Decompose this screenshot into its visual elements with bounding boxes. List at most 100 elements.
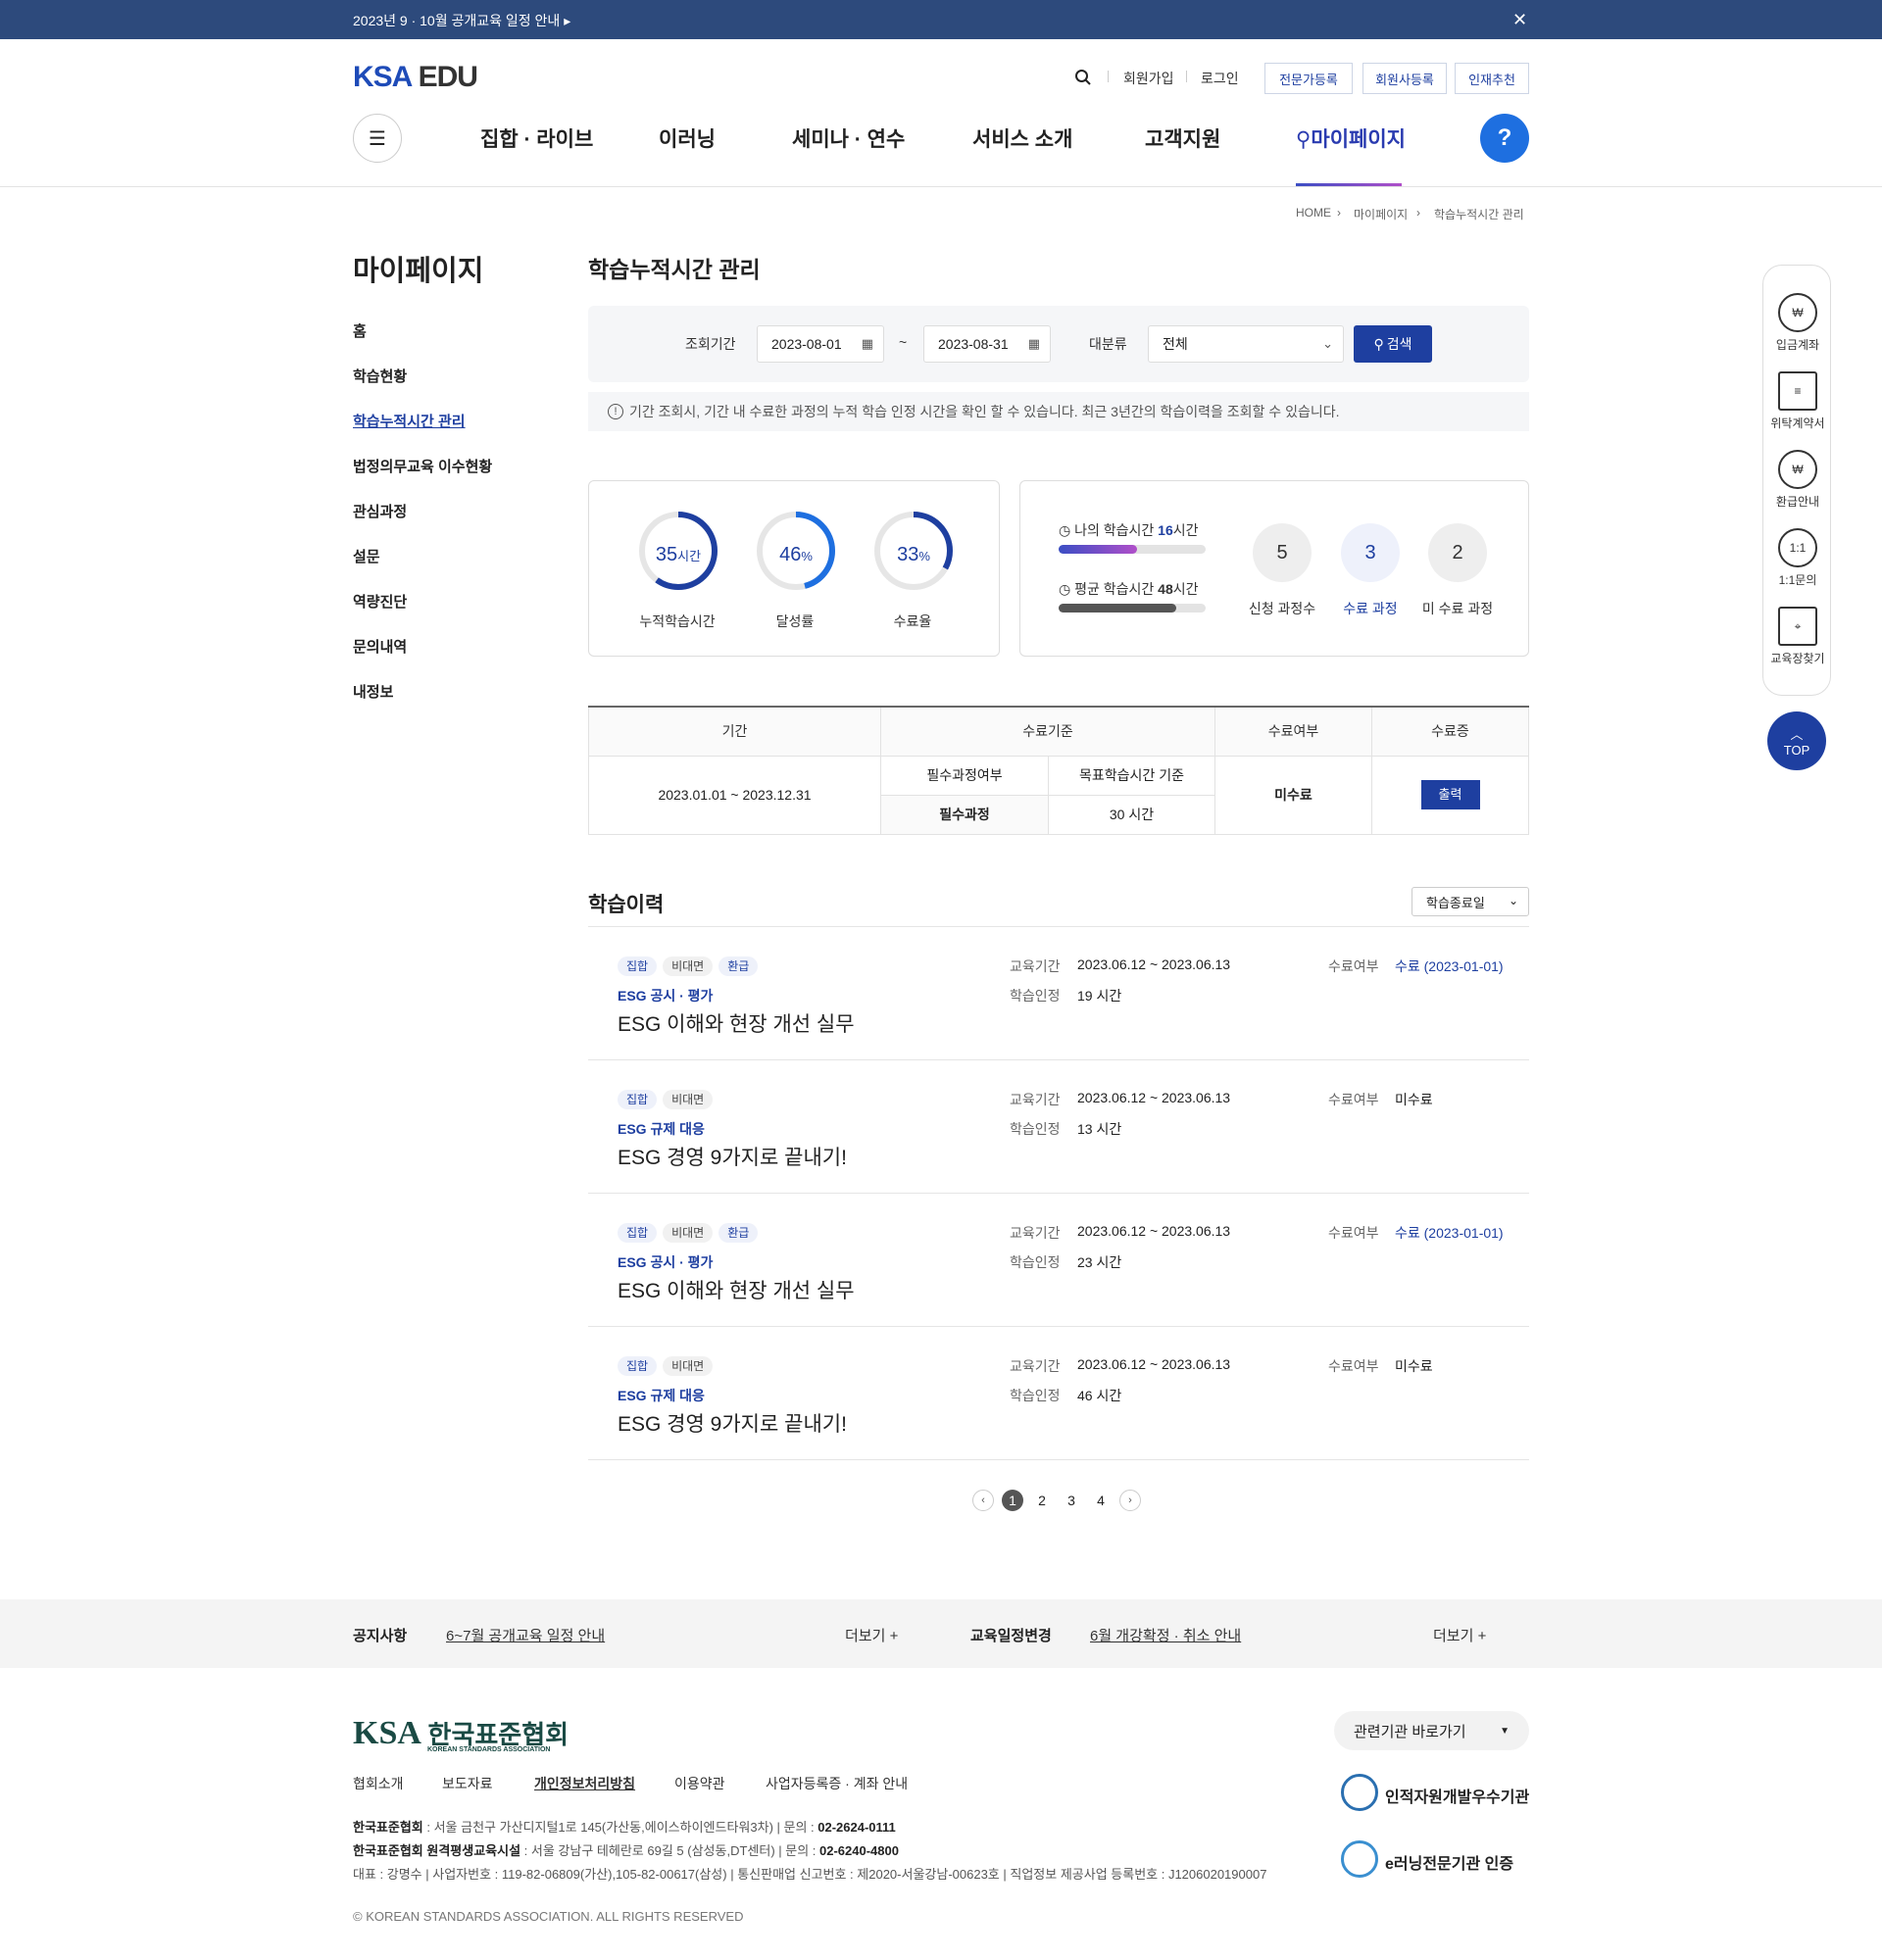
talent-recommend-button[interactable]: 인재추천 [1455,63,1529,94]
applied-count-label: 신청 과정수 [1248,601,1316,616]
notice-link[interactable]: 6~7월 공개교육 일정 안내 [446,1625,605,1645]
related-sites-select[interactable]: 관련기관 바로가기 ▼ [1334,1711,1529,1750]
quick-refund[interactable]: ₩ 환급안내 [1763,450,1832,510]
search-button[interactable]: ⚲ 검색 [1354,325,1432,363]
course-title[interactable]: ESG 이해와 현장 개선 실무 [618,1008,855,1038]
next-page-button[interactable]: › [1119,1490,1141,1511]
footer-link-privacy[interactable]: 개인정보처리방침 [534,1774,635,1793]
my-hours-bar [1059,545,1206,554]
hours-value: 46 시간 [1077,1388,1122,1403]
lnb-item-myinfo[interactable]: 내정보 [353,681,393,702]
join-link[interactable]: 회원가입 [1123,69,1174,88]
cell-period: 2023.01.01 ~ 2023.12.31 [588,755,881,835]
course-tags: 집합 비대면 [618,1090,718,1109]
schedule-change-link[interactable]: 6월 개강확정 · 취소 안내 [1090,1625,1241,1645]
gnb-item-seminar[interactable]: 세미나 · 연수 [792,123,905,153]
clock-icon: ◷ [1059,522,1071,538]
status-key: 수료여부 [1328,958,1379,974]
criteria-table: 기간 수료기준 수료여부 수료증 2023.01.01 ~ 2023.12.31… [588,706,1529,835]
hamburger-menu-icon[interactable]: ☰ [353,114,402,163]
history-item[interactable]: 집합 비대면 환급 ESG 공시 · 평가 ESG 이해와 현장 개선 실무 교육기간 20… [588,1193,1529,1326]
period-key: 교육기간 [1010,1358,1061,1374]
lnb-item-inquiry[interactable]: 문의내역 [353,636,407,657]
help-button[interactable]: ? [1480,114,1529,163]
page-4[interactable]: 4 [1090,1490,1112,1511]
period-key: 교육기간 [1010,1225,1061,1241]
lnb-item-home[interactable]: 홈 [353,320,367,341]
course-tag: 비대면 [663,1090,714,1109]
top-notice-bar: 2023년 9 · 10월 공개교육 일정 안내 ▸ ✕ [0,0,1882,39]
date-tilde: ~ [899,334,908,350]
quick-contract[interactable]: ≡ 위탁계약서 [1763,371,1832,431]
gnb-item-live[interactable]: 집합 · 라이브 [480,123,593,153]
quick-location[interactable]: ⌖ 교육장찾기 [1763,607,1832,666]
print-button[interactable]: 출력 [1420,780,1480,809]
member-company-register-button[interactable]: 회원사등록 [1362,63,1447,94]
lnb-item-diagnosis[interactable]: 역량진단 [353,591,407,612]
expert-register-button[interactable]: 전문가등록 [1264,63,1353,94]
history-item[interactable]: 집합 비대면 환급 ESG 공시 · 평가 ESG 이해와 현장 개선 실무 교육기간 20… [588,926,1529,1059]
gnb-item-support[interactable]: 고객지원 [1145,123,1220,153]
quick-deposit-account[interactable]: ₩ 입금계좌 [1763,293,1832,353]
avg-hours-label: ◷ 평균 학습시간 48시간 [1059,581,1199,597]
course-tag: 비대면 [663,1356,714,1376]
lnb-item-interest[interactable]: 관심과정 [353,501,407,521]
hours-key: 학습인정 [1010,1121,1061,1137]
chat-bubble-icon: 1:1 [1778,528,1817,567]
hours-value: 23 시간 [1077,1254,1122,1270]
page-2[interactable]: 2 [1031,1490,1053,1511]
schedule-more-button[interactable]: 더보기 + [1433,1625,1486,1645]
hours-key: 학습인정 [1010,988,1061,1004]
footer-link-business[interactable]: 사업자등록증 · 계좌 안내 [766,1774,908,1793]
status-key: 수료여부 [1328,1225,1379,1241]
gnb-item-elearning[interactable]: 이러닝 [659,123,716,153]
gnb-item-mypage[interactable]: ⚲마이페이지 [1296,123,1406,153]
footer-link-press[interactable]: 보도자료 [442,1774,493,1793]
date-to-input[interactable]: 2023-08-31 ▦ [923,325,1051,363]
footer-address-2: 한국표준협회 원격평생교육시설 : 서울 강남구 테헤란로 69길 5 (삼성동… [353,1843,899,1858]
cell-sub-required: 필수과정여부 [880,755,1049,796]
caret-down-icon: ▼ [1500,1725,1510,1737]
completed-count: 3 [1341,523,1400,582]
category-select[interactable]: 전체 ⌄ [1148,325,1344,363]
breadcrumb-home[interactable]: HOME [1296,206,1331,220]
course-tag: 집합 [618,1090,658,1109]
date-from-input[interactable]: 2023-08-01 ▦ [757,325,884,363]
breadcrumb-mypage[interactable]: 마이페이지 [1354,206,1408,222]
site-logo[interactable]: KSA EDU [353,61,478,94]
page-3[interactable]: 3 [1061,1490,1082,1511]
lnb-item-accum-time[interactable]: 학습누적시간 관리 [353,411,466,431]
history-item[interactable]: 집합 비대면 ESG 규제 대응 ESG 경영 9가지로 끝내기! 교육기간 2023.0… [588,1059,1529,1193]
course-tag: 집합 [618,1356,658,1376]
prev-page-button[interactable]: ‹ [972,1490,994,1511]
notice-more-button[interactable]: 더보기 + [845,1625,898,1645]
course-title[interactable]: ESG 경영 9가지로 끝내기! [618,1142,847,1171]
calendar-icon[interactable]: ▦ [1028,336,1040,352]
footer-link-about[interactable]: 협회소개 [353,1774,404,1793]
page-1[interactable]: 1 [1002,1490,1023,1511]
course-category: ESG 공시 · 평가 [618,1254,714,1270]
history-item[interactable]: 집합 비대면 ESG 규제 대응 ESG 경영 9가지로 끝내기! 교육기간 2023.0… [588,1326,1529,1459]
close-icon[interactable]: ✕ [1512,10,1527,30]
course-category: ESG 규제 대응 [618,1121,705,1137]
calendar-icon[interactable]: ▦ [862,336,873,352]
quick-1on1[interactable]: 1:1 1:1문의 [1763,528,1832,588]
course-title[interactable]: ESG 이해와 현장 개선 실무 [618,1275,855,1304]
search-icon[interactable] [1074,69,1092,86]
top-notice-link[interactable]: 2023년 9 · 10월 공개교육 일정 안내 ▸ [353,11,570,30]
chevron-down-icon: ⌄ [1508,894,1518,907]
period-value: 2023.06.12 ~ 2023.06.13 [1077,1090,1231,1105]
donut-value-achievement: 46% [779,544,813,565]
chevron-right-icon: › [1416,206,1420,220]
schedule-change-label: 교육일정변경 [970,1628,1052,1644]
footer-link-terms[interactable]: 이용약관 [674,1774,725,1793]
lnb-item-status[interactable]: 학습현황 [353,366,407,386]
scroll-top-button[interactable]: ︿ TOP [1767,711,1826,770]
course-title[interactable]: ESG 경영 9가지로 끝내기! [618,1408,847,1438]
lnb-item-legal-edu[interactable]: 법정의무교육 이수현황 [353,456,492,476]
lnb-item-survey[interactable]: 설문 [353,546,380,566]
login-link[interactable]: 로그인 [1201,69,1239,88]
gnb-item-service[interactable]: 서비스 소개 [972,123,1072,153]
sort-select[interactable]: 학습종료일 ⌄ [1412,887,1529,916]
period-key: 교육기간 [1010,958,1061,974]
